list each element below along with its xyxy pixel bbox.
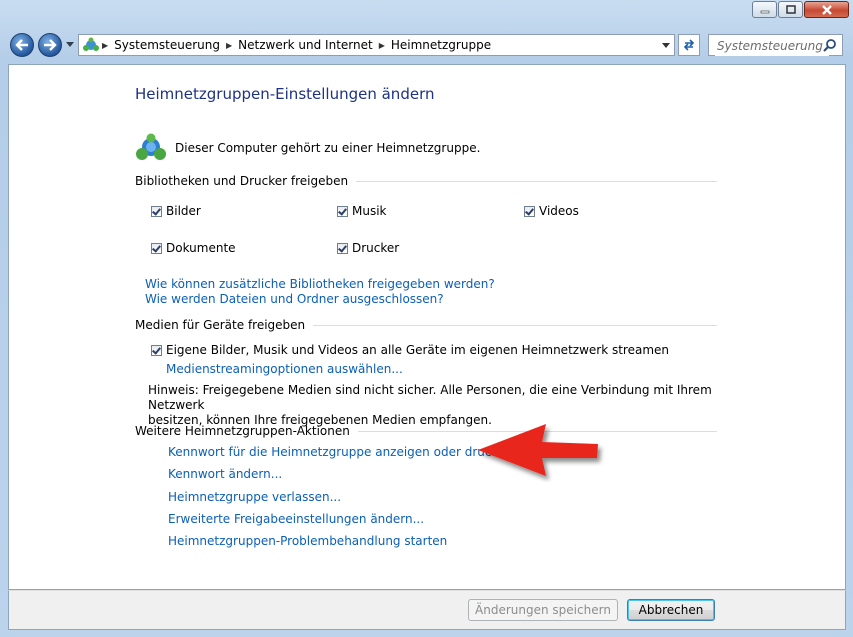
actions-section-header: Weitere Heimnetzgruppen-Aktionen xyxy=(135,423,717,439)
arrow-left-icon xyxy=(15,39,28,51)
page-title: Heimnetzgruppen-Einstellungen ändern xyxy=(135,85,435,103)
checkbox-checked-icon[interactable] xyxy=(337,242,348,254)
libraries-heading: Bibliotheken und Drucker freigeben xyxy=(135,174,349,188)
actions-heading: Weitere Heimnetzgruppen-Aktionen xyxy=(135,424,350,438)
link-change-password[interactable]: Kennwort ändern... xyxy=(168,467,282,481)
checkbox-musik[interactable]: Musik xyxy=(337,204,387,218)
refresh-icon xyxy=(683,39,695,51)
refresh-button[interactable] xyxy=(678,34,700,56)
checkbox-label[interactable]: Musik xyxy=(352,204,387,218)
checkbox-label[interactable]: Dokumente xyxy=(166,241,236,255)
section-divider xyxy=(356,181,717,182)
address-bar[interactable]: ▶ Systemsteuerung ▶ Netzwerk und Interne… xyxy=(78,34,675,56)
checkbox-checked-icon[interactable] xyxy=(151,344,162,356)
checkbox-label[interactable]: Drucker xyxy=(352,241,399,255)
breadcrumb-systemsteuerung[interactable]: Systemsteuerung xyxy=(110,38,224,52)
link-show-password[interactable]: Kennwort für die Heimnetzgruppe anzeigen… xyxy=(168,445,513,459)
link-excluded-files[interactable]: Wie werden Dateien und Ordner ausgeschlo… xyxy=(145,292,444,306)
checkbox-label[interactable]: Eigene Bilder, Musik und Videos an alle … xyxy=(166,343,669,357)
media-section-header: Medien für Geräte freigeben xyxy=(135,317,717,333)
red-arrow-annotation-icon xyxy=(478,424,598,476)
minimize-icon xyxy=(760,10,769,13)
address-dropdown-icon[interactable] xyxy=(662,43,670,48)
breadcrumb-netzwerk[interactable]: Netzwerk und Internet xyxy=(234,38,377,52)
button-bar: Änderungen speichern Abbrechen xyxy=(8,590,846,630)
chevron-right-icon[interactable]: ▶ xyxy=(224,41,234,50)
cancel-button[interactable]: Abbrechen xyxy=(627,599,715,621)
forward-button[interactable] xyxy=(38,33,62,57)
homegroup-icon xyxy=(136,133,166,160)
back-button[interactable] xyxy=(10,33,34,57)
checkbox-checked-icon[interactable] xyxy=(337,205,348,217)
checkbox-label[interactable]: Bilder xyxy=(166,204,201,218)
minimize-button[interactable] xyxy=(752,1,777,18)
network-icon xyxy=(83,37,99,51)
link-advanced-sharing[interactable]: Erweiterte Freigabeeinstellungen ändern.… xyxy=(168,512,424,526)
link-leave-homegroup[interactable]: Heimnetzgruppe verlassen... xyxy=(168,490,341,504)
save-changes-button[interactable]: Änderungen speichern xyxy=(468,599,618,621)
link-more-libraries[interactable]: Wie können zusätzliche Bibliotheken frei… xyxy=(145,277,495,291)
checkbox-dokumente[interactable]: Dokumente xyxy=(151,241,236,255)
arrow-right-icon xyxy=(44,39,57,51)
checkbox-checked-icon[interactable] xyxy=(151,242,162,254)
checkbox-checked-icon[interactable] xyxy=(524,205,535,217)
checkbox-checked-icon[interactable] xyxy=(151,205,162,217)
hint-line-1: Hinweis: Freigegebene Medien sind nicht … xyxy=(148,383,712,412)
link-troubleshooter[interactable]: Heimnetzgruppen-Problembehandlung starte… xyxy=(168,534,447,548)
homegroup-status: Dieser Computer gehört zu einer Heimnetz… xyxy=(135,133,480,163)
search-input[interactable] xyxy=(715,36,829,56)
checkbox-media-streaming[interactable]: Eigene Bilder, Musik und Videos an alle … xyxy=(151,343,669,357)
main-content-pane: Heimnetzgruppen-Einstellungen ändern Die… xyxy=(8,64,846,590)
window-controls xyxy=(751,1,849,18)
checkbox-drucker[interactable]: Drucker xyxy=(337,241,399,255)
media-heading: Medien für Geräte freigeben xyxy=(135,318,306,332)
checkbox-bilder[interactable]: Bilder xyxy=(151,204,201,218)
section-divider xyxy=(313,325,717,326)
navigation-bar: ▶ Systemsteuerung ▶ Netzwerk und Interne… xyxy=(0,30,853,60)
maximize-button[interactable] xyxy=(778,1,803,18)
link-streaming-options[interactable]: Medienstreamingoptionen auswählen... xyxy=(166,362,403,376)
breadcrumb-heimnetzgruppe[interactable]: Heimnetzgruppe xyxy=(387,38,495,52)
media-hint: Hinweis: Freigegebene Medien sind nicht … xyxy=(148,383,728,428)
search-icon[interactable] xyxy=(823,38,837,52)
checkbox-label[interactable]: Videos xyxy=(539,204,579,218)
chevron-right-icon[interactable]: ▶ xyxy=(377,41,387,50)
libraries-section-header: Bibliotheken und Drucker freigeben xyxy=(135,173,717,189)
homegroup-status-text: Dieser Computer gehört zu einer Heimnetz… xyxy=(175,141,481,155)
search-box[interactable] xyxy=(708,34,843,56)
window-frame: ▶ Systemsteuerung ▶ Netzwerk und Interne… xyxy=(0,0,853,637)
chevron-right-icon[interactable]: ▶ xyxy=(100,41,110,50)
close-icon xyxy=(821,4,832,15)
close-button[interactable] xyxy=(804,1,849,18)
recent-pages-dropdown[interactable] xyxy=(66,42,74,47)
checkbox-videos[interactable]: Videos xyxy=(524,204,579,218)
maximize-icon xyxy=(785,5,796,14)
